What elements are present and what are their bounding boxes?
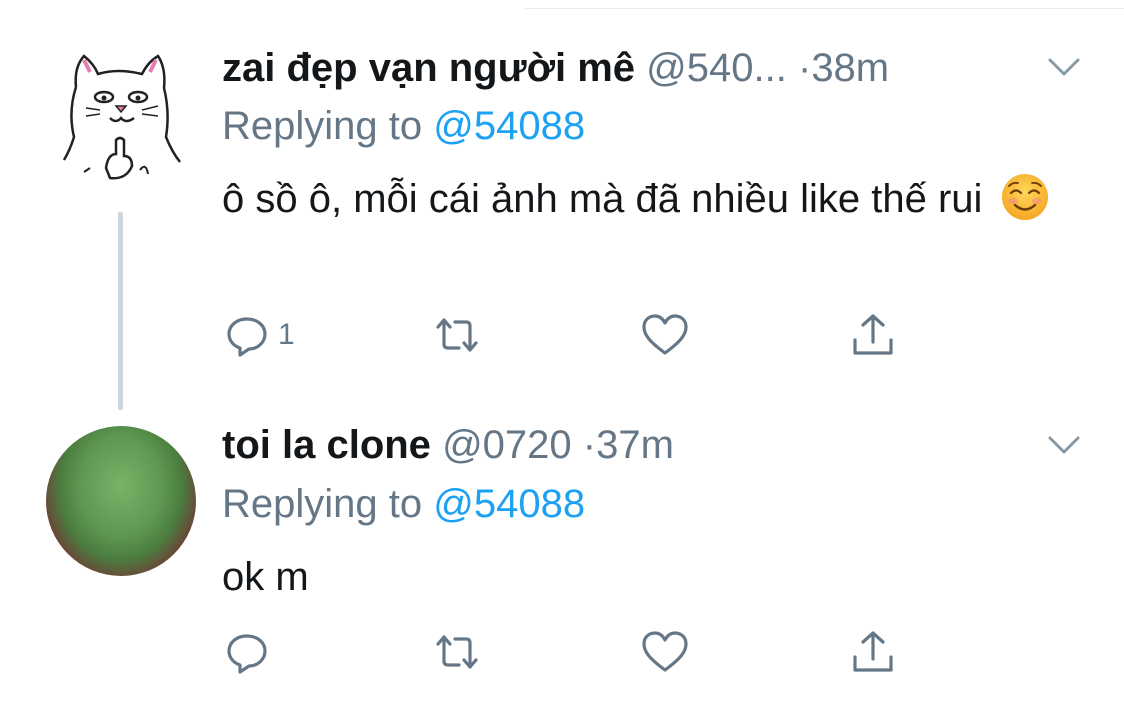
heart-icon — [642, 631, 688, 672]
avatar[interactable] — [46, 426, 196, 576]
tweet-actions: 1 — [222, 305, 922, 365]
separator-dot: · — [797, 46, 812, 90]
tweet-text: ok m — [222, 548, 1082, 606]
like-action[interactable] — [640, 622, 690, 682]
tweet-text: ô sồ ô, mỗi cái ảnh mà đã nhiều like thế… — [222, 170, 1082, 228]
share-action[interactable] — [848, 622, 898, 682]
thread-connector-line — [118, 212, 123, 410]
replying-to-line: Replying to @54088 — [222, 476, 585, 532]
username-handle[interactable]: @0720 — [442, 423, 572, 467]
separator-dot: · — [582, 423, 597, 467]
retweet-action[interactable] — [432, 305, 482, 365]
retweet-icon — [436, 318, 478, 352]
heart-icon — [642, 314, 688, 355]
username-handle[interactable]: @540... — [646, 46, 787, 90]
reply-icon — [227, 317, 267, 357]
reply-icon — [227, 634, 267, 674]
timestamp[interactable]: 38m — [811, 46, 889, 90]
reply-action[interactable] — [222, 622, 272, 682]
reply-action[interactable]: 1 — [222, 305, 295, 365]
smiling-face-emoji — [1001, 174, 1048, 220]
mention-link[interactable]: @54088 — [433, 104, 585, 148]
tweet-actions — [222, 622, 922, 682]
chevron-down-icon[interactable] — [1044, 430, 1084, 460]
avatar[interactable] — [46, 42, 196, 192]
cat-avatar-illustration — [62, 54, 181, 180]
replying-to-line: Replying to @54088 — [222, 98, 585, 154]
like-action[interactable] — [640, 305, 690, 365]
tweet-text-content: ô sồ ô, mỗi cái ảnh mà đã nhiều like thế… — [222, 177, 983, 221]
retweet-icon — [436, 635, 478, 669]
replying-to-label: Replying to — [222, 482, 423, 526]
share-icon — [853, 631, 893, 672]
tweet-header: zai đẹp vạn người mê @540... ·38m — [222, 38, 889, 98]
display-name[interactable]: zai đẹp vạn người mê — [222, 46, 635, 90]
tweet-header: toi la clone @0720 ·37m — [222, 415, 674, 475]
reply-count: 1 — [278, 318, 295, 351]
tweet-1: zai đẹp vạn người mê @540... ·38m Replyi… — [0, 0, 1124, 410]
chevron-down-icon[interactable] — [1044, 52, 1084, 82]
tweet-2: toi la clone @0720 ·37m Replying to @540… — [0, 400, 1124, 705]
mention-link[interactable]: @54088 — [433, 482, 585, 526]
tweet-text-content: ok m — [222, 555, 309, 599]
share-icon — [853, 314, 893, 355]
retweet-action[interactable] — [432, 622, 482, 682]
display-name[interactable]: toi la clone — [222, 423, 431, 467]
timestamp[interactable]: 37m — [596, 423, 674, 467]
share-action[interactable] — [848, 305, 898, 365]
replying-to-label: Replying to — [222, 104, 423, 148]
